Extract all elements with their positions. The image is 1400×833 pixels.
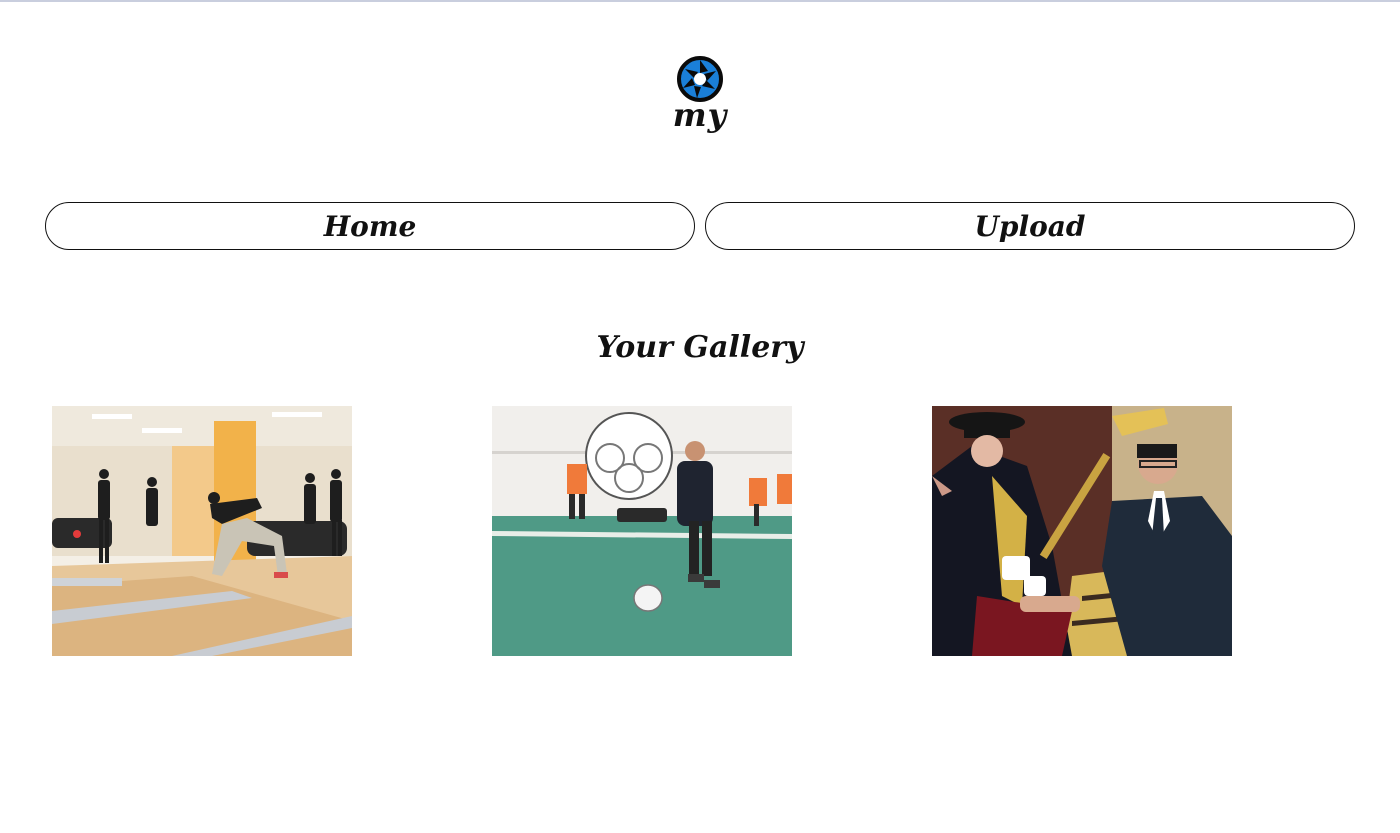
gallery-photo-graduation[interactable] <box>932 406 1232 656</box>
soccer-photo-image <box>492 406 792 656</box>
nav-upload-button[interactable]: Upload <box>705 202 1355 250</box>
site-name: my <box>672 96 728 134</box>
graduation-photo-image <box>932 406 1232 656</box>
site-logo[interactable]: my <box>0 56 1400 134</box>
bowling-photo-image <box>52 406 352 656</box>
top-divider <box>0 0 1400 2</box>
nav-home-button[interactable]: Home <box>45 202 695 250</box>
gallery-title: Your Gallery <box>596 330 804 365</box>
gallery-photo-soccer[interactable] <box>492 406 792 656</box>
gallery-photo-bowling[interactable] <box>52 406 352 656</box>
